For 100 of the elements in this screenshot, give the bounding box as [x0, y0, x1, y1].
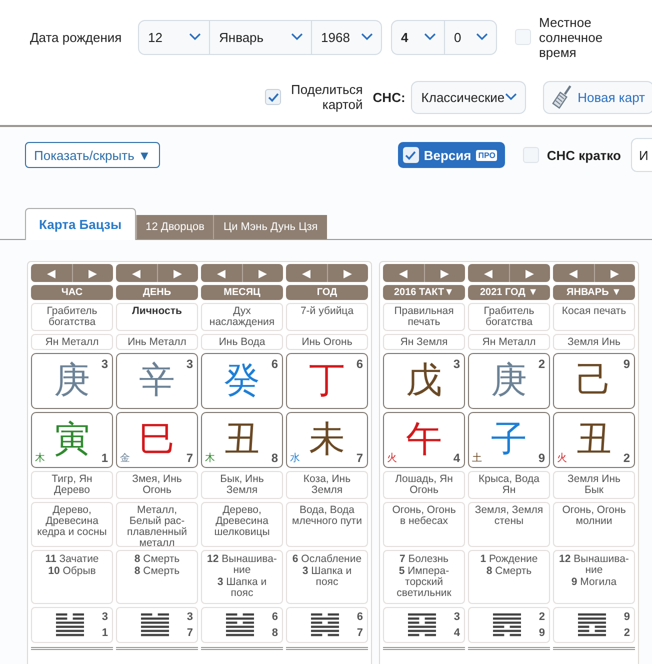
animal-label: Змея, Инь Огонь	[116, 471, 198, 499]
ten-god-label: Личность	[116, 303, 198, 331]
arrow-button[interactable]: ◀	[383, 264, 424, 282]
hexagram-number: 2	[624, 627, 630, 639]
branch-number: 8	[271, 452, 278, 464]
animal-label: Бык, Инь Земля	[201, 471, 283, 499]
hexagram-number: 9	[624, 611, 630, 623]
stem-character: 癸	[224, 361, 260, 401]
ten-god-label: Правильная печать	[383, 303, 465, 331]
ten-god-label: 7-й убийца	[286, 303, 368, 331]
stage-text: 3 Шапка и пояс	[301, 566, 353, 588]
stem-character: 戊	[406, 361, 442, 401]
animal-label: Крыса, Вода Ян	[468, 471, 550, 499]
arrow-button[interactable]: ▶	[326, 264, 368, 282]
arrow-button[interactable]: ◀	[201, 264, 242, 282]
element-character: 水	[290, 453, 300, 464]
hexagram-number: 8	[272, 627, 278, 639]
stem-character: 庚	[491, 361, 527, 401]
stage-text: 8 Смерть	[133, 554, 181, 565]
element-character: 火	[557, 453, 567, 464]
animal-label: Лошадь, Ян Огонь	[383, 471, 465, 499]
arrow-button[interactable]: ◀	[286, 264, 326, 282]
element-label: Инь Металл	[116, 334, 198, 350]
hexagram-number: 2	[538, 611, 545, 623]
stage-text: 12 Вынашива-ние	[558, 554, 630, 576]
branch-character: 子	[491, 420, 527, 460]
nayin-label: Вода, Вода млечного пути	[286, 502, 368, 547]
arrow-button[interactable]: ▶	[594, 264, 635, 282]
birth-date-label: Дата рождения	[30, 30, 123, 44]
arrow-button[interactable]: ▶	[156, 264, 198, 282]
element-label: Ян Металл	[31, 334, 113, 350]
pillar-header[interactable]: ДЕНЬ	[116, 285, 198, 300]
pillar-header[interactable]: 2021 ГОД ▼	[468, 285, 550, 300]
branch-character: 午	[406, 420, 442, 460]
arrow-button[interactable]: ◀	[116, 264, 156, 282]
element-character: 木	[35, 453, 45, 464]
version-label: Версия	[424, 148, 472, 162]
ten-god-label: Дух наслаждения	[201, 303, 283, 331]
arrow-button[interactable]: ▶	[242, 264, 283, 282]
nayin-label: Земля, Земля стены	[468, 502, 550, 547]
arrow-button[interactable]: ▶	[508, 264, 550, 282]
local-solar-time-label: Местное солнечное время	[539, 14, 604, 60]
stem-number: 2	[538, 358, 545, 370]
select-field[interactable]: И	[630, 138, 652, 172]
stage-text: 8 Смерть	[485, 566, 533, 577]
stage-text: 3 Шапка и пояс	[216, 577, 268, 599]
animal-label: Земля Инь Бык	[553, 471, 635, 499]
stage-text: 12 Вынашива-ние	[206, 554, 278, 576]
show-hide-button[interactable]: Показать/скрыть ▼	[25, 142, 160, 168]
stage-text: 1 Рождение	[479, 554, 539, 565]
pillar-header[interactable]: ЯНВАРЬ ▼	[553, 285, 635, 300]
pillar-header[interactable]: МЕСЯЦ	[201, 285, 283, 300]
hexagram-number: 1	[102, 627, 108, 639]
hexagram-number: 7	[186, 627, 193, 639]
element-character: 金	[120, 453, 130, 464]
stem-character: 庚	[54, 361, 90, 401]
animal-label: Тигр, Ян Дерево	[31, 471, 113, 499]
branch-character: 未	[309, 420, 345, 460]
new-chart-button[interactable]: Новая карт	[542, 80, 652, 114]
pro-badge: ПРО	[476, 150, 498, 160]
pillar-header[interactable]: 2016 ТАКТ▼	[383, 285, 465, 300]
nayin-label: Огонь, Огонь молнии	[553, 502, 635, 547]
element-label: Ян Металл	[468, 334, 550, 350]
arrow-button[interactable]: ◀	[31, 264, 72, 282]
hexagram-number: 6	[272, 611, 278, 623]
tab[interactable]: Карта Бацзы	[25, 208, 136, 240]
element-character: 火	[387, 453, 397, 464]
branch-number: 2	[623, 452, 630, 464]
arrow-button[interactable]: ▶	[424, 264, 465, 282]
branch-number: 7	[186, 452, 193, 464]
branch-number: 7	[356, 452, 363, 464]
arrow-button[interactable]: ▶	[72, 264, 113, 282]
element-character: 木	[205, 453, 215, 464]
hexagram-number: 3	[186, 611, 193, 623]
pillar-header[interactable]: ГОД	[286, 285, 368, 300]
branch-character: 丑	[576, 420, 612, 460]
hexagram-number: 6	[356, 611, 363, 623]
sns-select[interactable]: Классические	[411, 80, 526, 114]
element-label: Инь Огонь	[286, 334, 368, 350]
hexagram-number: 3	[454, 611, 460, 623]
pro-version-toggle[interactable]: Версия ПРО	[398, 142, 505, 168]
arrow-button[interactable]: ◀	[468, 264, 508, 282]
arrow-button[interactable]: ◀	[553, 264, 594, 282]
ten-god-label: Грабитель богатства	[468, 303, 550, 331]
stem-character: 辛	[139, 361, 175, 401]
element-label: Ян Земля	[383, 334, 465, 350]
stem-character: 己	[576, 361, 612, 401]
branch-number: 9	[538, 452, 545, 464]
pillar-header[interactable]: ЧАС	[31, 285, 113, 300]
branch-character: 寅	[54, 420, 90, 460]
element-label: Земля Инь	[553, 334, 635, 350]
tab[interactable]: Ци Мэнь Дунь Цзя	[213, 215, 327, 239]
stage-text: 7 Болезнь	[398, 554, 450, 565]
stage-text: 10 Обрыв	[47, 566, 97, 577]
stem-number: 3	[453, 358, 460, 370]
nayin-label: Металл, Белый рас-плавленный металл	[116, 502, 198, 547]
tab[interactable]: 12 Дворцов	[136, 215, 214, 239]
stem-number: 9	[623, 358, 630, 370]
hexagram-number: 4	[454, 627, 460, 639]
stem-number: 3	[186, 358, 193, 370]
